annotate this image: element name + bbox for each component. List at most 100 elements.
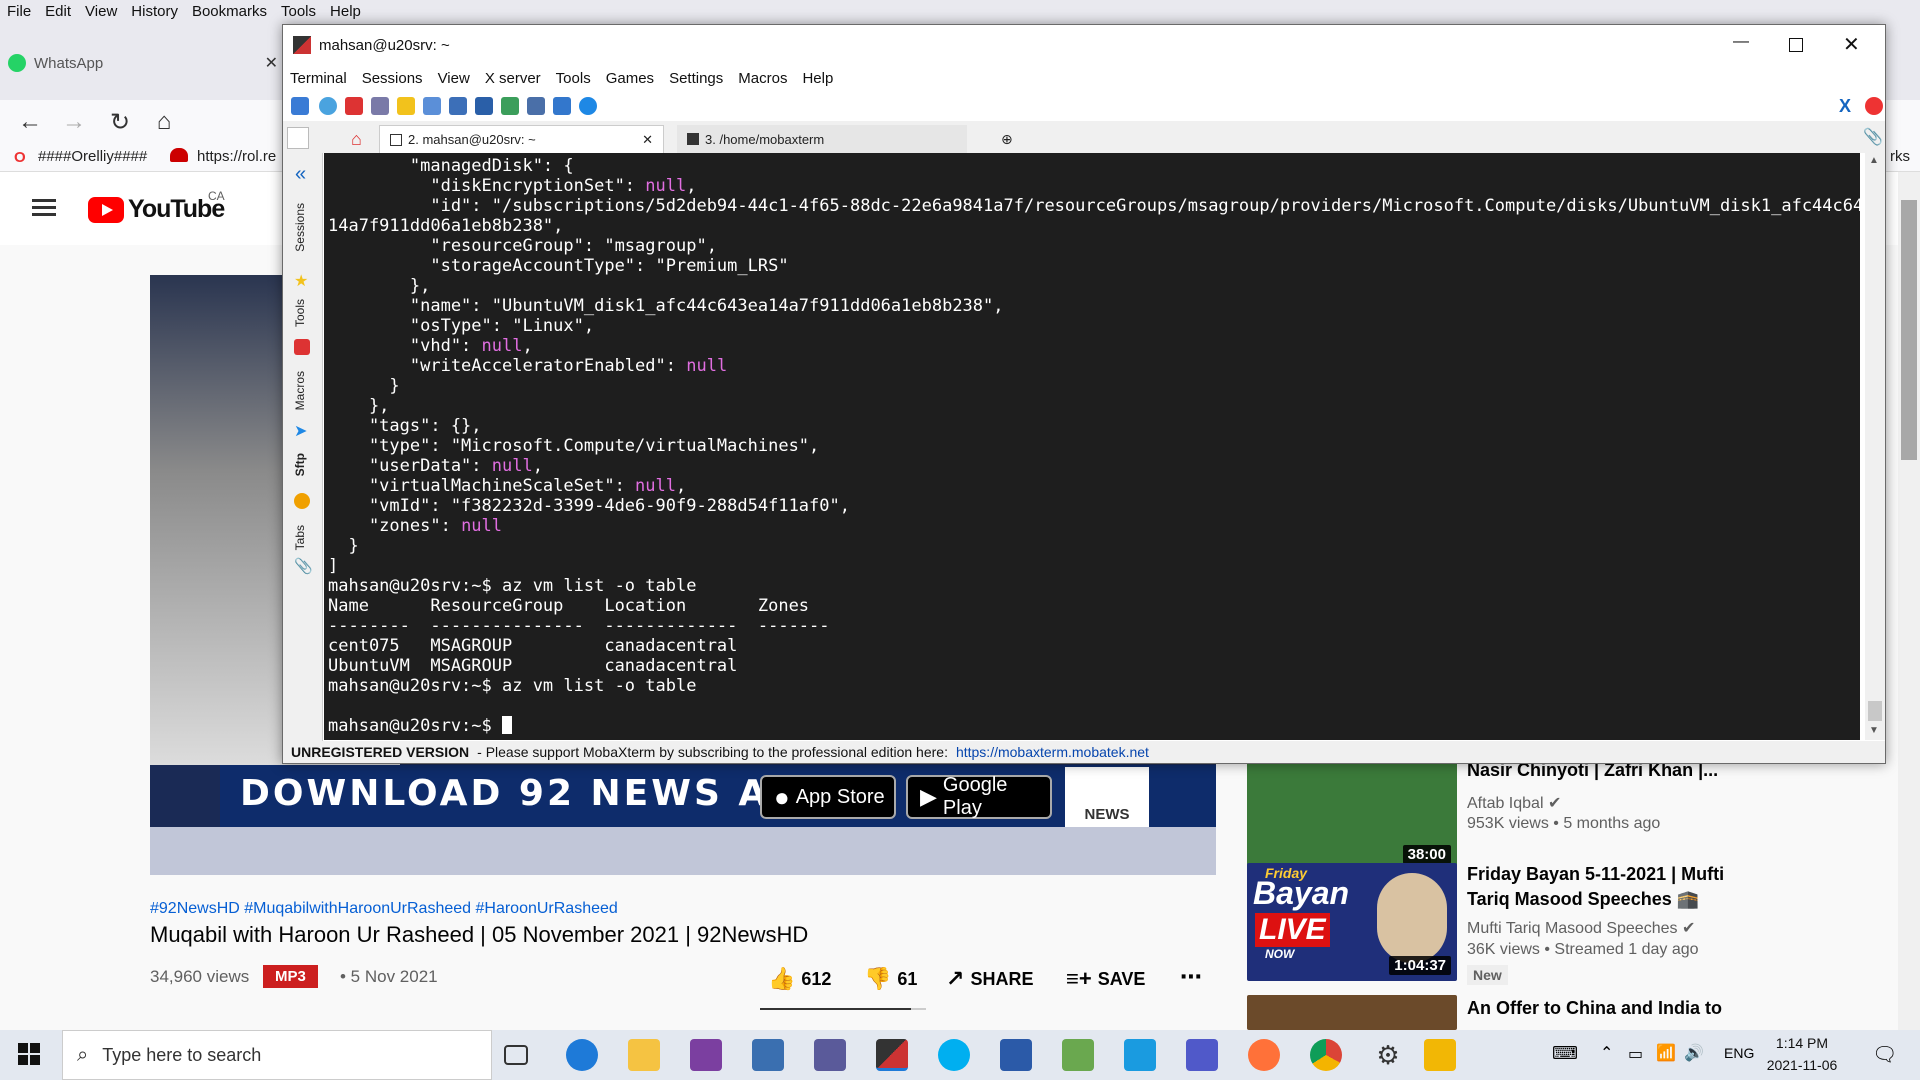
save-button[interactable]: ≡+ SAVE [1066,966,1145,992]
more-options-icon[interactable]: ⋯ [1180,964,1202,990]
youtube-logo-icon[interactable] [88,197,124,223]
menu-view[interactable]: View [431,65,478,87]
like-button[interactable]: 👍 612 [768,966,831,992]
tray-chevron-icon[interactable]: ⌃ [1600,1043,1613,1063]
menu-games[interactable]: Games [599,65,662,87]
attach-icon[interactable]: 📎 [1863,127,1883,147]
file-explorer-icon[interactable] [628,1039,660,1071]
start-icon[interactable] [18,1043,40,1065]
sidebar-sftp[interactable]: Sftp [293,453,307,476]
settings-icon[interactable] [527,97,545,115]
packages-icon[interactable] [501,97,519,115]
keyboard-icon[interactable]: ⌨ [1552,1043,1578,1064]
games-icon[interactable] [371,97,389,115]
menu-history[interactable]: History [124,0,185,20]
hamburger-icon[interactable] [32,199,56,202]
mobaxterm-taskbar-icon[interactable] [876,1039,908,1071]
menu-xserver[interactable]: X server [478,65,549,87]
menu-settings[interactable]: Settings [662,65,731,87]
powerbi-icon[interactable] [1424,1039,1456,1071]
onenote-icon[interactable] [690,1039,722,1071]
mp3-button[interactable]: MP3 [263,965,318,988]
menu-help[interactable]: Help [795,65,841,87]
edge-icon[interactable] [566,1039,598,1071]
tab-whatsapp[interactable]: WhatsApp ✕ [8,46,278,80]
minimize-icon[interactable]: — [1733,33,1749,51]
terminal-scrollbar[interactable]: ▲ ▼ [1865,153,1885,740]
menu-edit[interactable]: Edit [38,0,78,20]
menu-view[interactable]: View [78,0,124,20]
split-icon[interactable] [423,97,441,115]
tab-session-2[interactable]: 2. mahsan@u20srv: ~ ✕ [379,125,664,153]
bookmark-orelliy[interactable]: ####Orelliy#### [38,148,147,165]
menu-help[interactable]: Help [323,0,368,20]
mobatek-link[interactable]: https://mobaxterm.mobatek.net [956,744,1149,760]
menu-tools[interactable]: Tools [274,0,323,20]
notification-icon[interactable]: 🗨 [1872,1042,1897,1067]
close-icon[interactable]: ✕ [1843,32,1860,57]
settings-gear-icon[interactable]: ⚙ [1372,1039,1404,1071]
xserver-icon[interactable] [553,97,571,115]
language-indicator[interactable]: ENG [1724,1045,1754,1061]
menu-terminal[interactable]: Terminal [283,65,355,87]
related-title[interactable]: An Offer to China and India to [1467,996,1767,1021]
tab-session-3[interactable]: 3. /home/mobaxterm [677,125,967,153]
menu-macros[interactable]: Macros [731,65,795,87]
menu-bookmarks[interactable]: Bookmarks [185,0,274,20]
sidebar-tools[interactable]: Tools [293,299,307,327]
teams-icon[interactable] [1186,1039,1218,1071]
star-icon[interactable] [397,97,415,115]
scroll-thumb[interactable] [1868,701,1882,721]
related-thumbnail[interactable]: 38:00 [1247,752,1457,870]
taskbar-search[interactable]: ⌕ Type here to search [62,1030,492,1080]
related-thumbnail[interactable]: Friday Bayan LIVE NOW 1:04:37 [1247,863,1457,981]
windows-app-icon[interactable] [1124,1039,1156,1071]
tunneling-icon[interactable] [475,97,493,115]
page-scrollbar-thumb[interactable] [1901,200,1917,460]
related-channel[interactable]: Aftab Iqbal ✔ [1467,793,1561,813]
related-channel[interactable]: Mufti Tariq Masood Speeches ✔ [1467,918,1695,938]
reload-button[interactable]: ↻ [102,100,138,144]
new-tab-button[interactable]: ⊕ [991,125,1027,153]
maximize-icon[interactable] [1789,38,1803,52]
remote-desktop-icon[interactable] [814,1039,846,1071]
sidebar-macros[interactable]: Macros [293,371,307,410]
tools-icon[interactable] [345,97,363,115]
related-thumbnail[interactable] [1247,995,1457,1030]
home-tab[interactable]: ⌂ [341,125,371,153]
menu-file[interactable]: File [0,0,38,20]
task-view-icon[interactable] [504,1045,528,1065]
network-app-icon[interactable] [752,1039,784,1071]
help-icon[interactable] [579,97,597,115]
back-button[interactable]: ← [12,100,48,144]
menu-sessions[interactable]: Sessions [355,65,431,87]
share-button[interactable]: ↗ SHARE [946,966,1033,992]
close-tab-icon[interactable]: ✕ [642,132,653,148]
related-title[interactable]: Friday Bayan 5-11-2021 | Mufti Tariq Mas… [1467,862,1767,912]
scroll-down-icon[interactable]: ▼ [1869,725,1879,736]
bookmark-rol[interactable]: https://rol.re [197,148,276,165]
chrome-icon[interactable] [1310,1039,1342,1071]
page-scrollbar[interactable] [1898,172,1920,1030]
sidebar-tabs[interactable]: Tabs [293,525,307,550]
collapse-icon[interactable]: « [295,163,306,186]
xserver-status-icon[interactable]: X [1839,97,1857,115]
power-icon[interactable] [1865,97,1883,115]
sidebar-sessions[interactable]: Sessions [293,203,307,252]
dislike-button[interactable]: 👎 61 [864,966,917,992]
taskbar-clock[interactable]: 1:14 PM 2021-11-06 [1762,1032,1842,1078]
scroll-up-icon[interactable]: ▲ [1869,155,1879,166]
menu-tools[interactable]: Tools [549,65,599,87]
quick-connect-field[interactable] [287,127,309,149]
forward-button[interactable]: → [56,100,92,144]
home-button[interactable]: ⌂ [146,100,182,144]
network-icon[interactable]: 📶 [1656,1043,1676,1063]
close-icon[interactable]: ✕ [265,53,278,73]
chart-app-icon[interactable] [1062,1039,1094,1071]
servers-icon[interactable] [319,97,337,115]
bookmarks-overflow[interactable]: rks [1890,148,1910,165]
video-hashtags[interactable]: #92NewsHD #MuqabilwithHaroonUrRasheed #H… [150,900,618,918]
virtualbox-icon[interactable] [1000,1039,1032,1071]
firefox-icon[interactable] [1248,1039,1280,1071]
session-icon[interactable] [291,97,309,115]
